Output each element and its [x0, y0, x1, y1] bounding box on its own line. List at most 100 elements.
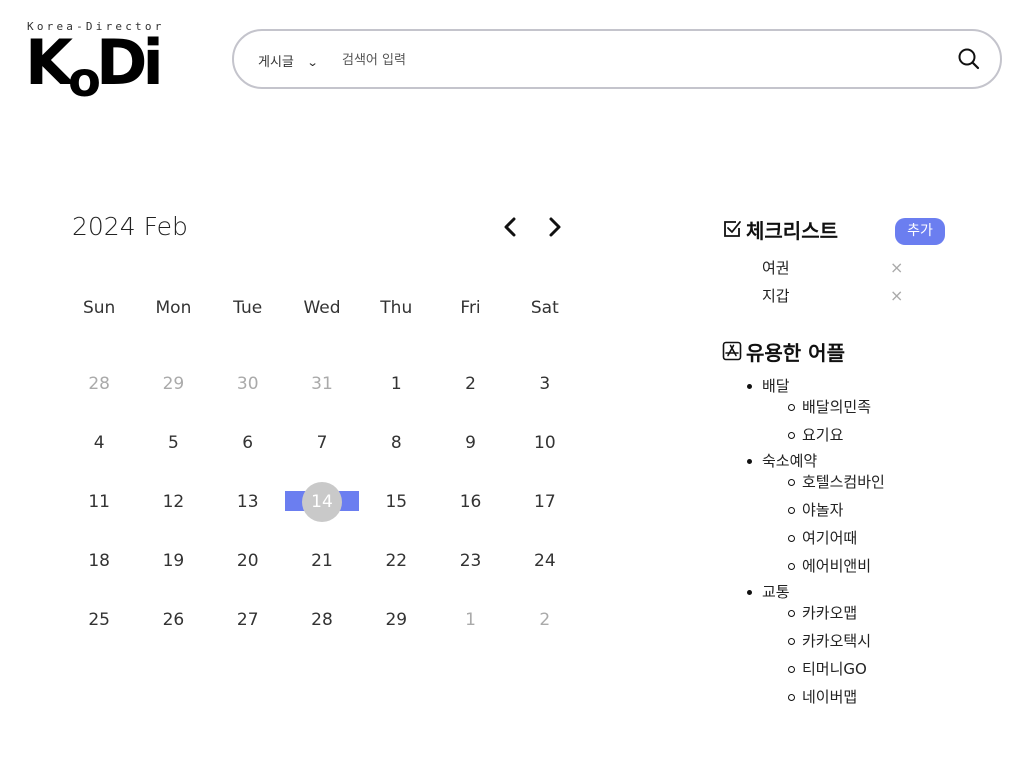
calendar-day-number: 29	[162, 373, 185, 394]
app-link[interactable]: 카카오맵	[788, 599, 962, 627]
chevron-left-icon[interactable]	[498, 214, 522, 240]
calendar-day[interactable]: 2	[508, 590, 582, 649]
checklist-add-button[interactable]: 추가	[895, 218, 945, 245]
app-link[interactable]: 여기어때	[788, 524, 962, 552]
calendar-day-number: 12	[162, 491, 185, 512]
weekday-label: Tue	[233, 298, 263, 318]
checklist-item: 여권 ×	[722, 254, 962, 282]
calendar-day-number: 2	[539, 609, 551, 630]
close-icon[interactable]: ×	[890, 282, 903, 310]
calendar-day[interactable]: 24	[508, 531, 582, 590]
search-icon[interactable]	[956, 46, 982, 72]
calendar-day[interactable]: 30	[211, 354, 285, 413]
calendar-day-number: 3	[539, 373, 551, 394]
logo-letter-k: K	[25, 26, 73, 99]
calendar-day[interactable]: 1	[433, 590, 507, 649]
calendar-day[interactable]: 6	[211, 413, 285, 472]
calendar-day[interactable]: 7	[285, 413, 359, 472]
calendar-day[interactable]: 8	[359, 413, 433, 472]
calendar-week-row: 25 26 27 28 29 1 2	[62, 590, 582, 649]
calendar-day[interactable]: 1	[359, 354, 433, 413]
app-category: 교통 카카오맵 카카오택시 티머니GO 네이버맵	[747, 582, 962, 711]
calendar-day[interactable]: 19	[136, 531, 210, 590]
app-link[interactable]: 네이버맵	[788, 683, 962, 711]
close-icon[interactable]: ×	[890, 254, 903, 282]
calendar-day-number: 29	[385, 609, 408, 630]
calendar-day[interactable]: 22	[359, 531, 433, 590]
calendar-day[interactable]: 28	[62, 354, 136, 413]
calendar-grid: 28 29 30 31 1 2 3 4 5 6 7 8 9 10 11 12 13 14 15 16 17 18 19 20 2…	[62, 354, 582, 649]
calendar-year: 2024	[72, 212, 136, 241]
calendar-week-row: 18 19 20 21 22 23 24	[62, 531, 582, 590]
search-input[interactable]	[342, 47, 922, 73]
calendar-day-number: 30	[236, 373, 259, 394]
checklist-items: 여권 × 지갑 ×	[722, 254, 962, 310]
calendar-day[interactable]: 29	[136, 354, 210, 413]
calendar-day-today[interactable]: 14	[284, 472, 360, 531]
calendar-day-number: 1	[390, 373, 402, 394]
calendar-day-number: 21	[311, 550, 333, 571]
calendar-day[interactable]: 27	[211, 590, 285, 649]
calendar-day[interactable]: 12	[136, 472, 210, 531]
logo[interactable]: Korea-Director KoDi	[25, 20, 175, 110]
calendar-day-number: 22	[385, 550, 408, 571]
app-category: 숙소예약 호텔스컴바인 야놀자 여기어때 에어비앤비	[747, 451, 962, 580]
calendar-day-number: 14	[311, 491, 333, 512]
calendar-day[interactable]: 29	[359, 590, 433, 649]
logo-letters-di: Di	[96, 26, 164, 99]
calendar-day[interactable]: 15	[359, 472, 433, 531]
calendar-month: Feb	[143, 212, 188, 241]
weekday-label: Fri	[460, 298, 481, 318]
calendar-day[interactable]: 4	[62, 413, 136, 472]
calendar-day[interactable]: 11	[62, 472, 136, 531]
calendar-day-number: 27	[236, 609, 259, 630]
calendar-day[interactable]: 16	[433, 472, 507, 531]
calendar-day-number: 10	[534, 432, 556, 453]
chevron-right-icon[interactable]	[543, 214, 567, 240]
calendar-week-row: 4 5 6 7 8 9 10	[62, 413, 582, 472]
chevron-down-icon: ⌄	[306, 56, 319, 69]
calendar-day[interactable]: 25	[62, 590, 136, 649]
calendar-day-number: 11	[88, 491, 110, 512]
checklist-title: 체크리스트	[746, 218, 838, 243]
app-category: 배달 배달의민족 요기요	[747, 376, 962, 449]
checklist-item-label: 지갑	[762, 287, 790, 305]
search-category-select[interactable]: 게시글 ⌄	[258, 51, 319, 70]
app-category-label: 교통	[762, 583, 790, 601]
useful-apps-section: 유용한 어플 배달 배달의민족 요기요 숙소예약 호텔스컴바인 야놀자 여기어때…	[722, 336, 962, 713]
calendar-day-number: 23	[459, 550, 482, 571]
checkbox-icon	[724, 221, 741, 237]
calendar-day[interactable]: 20	[211, 531, 285, 590]
app-link[interactable]: 배달의민족	[788, 393, 962, 421]
search-bar: 게시글 ⌄	[232, 29, 1002, 89]
calendar-day[interactable]: 9	[433, 413, 507, 472]
app-link[interactable]: 카카오택시	[788, 627, 962, 655]
calendar-day-number: 24	[534, 550, 556, 571]
calendar-day[interactable]: 28	[285, 590, 359, 649]
calendar-weekday-row: Sun Mon Tue Wed Thu Fri Sat	[62, 298, 582, 318]
calendar-day[interactable]: 26	[136, 590, 210, 649]
calendar-day-number: 28	[311, 609, 333, 630]
calendar-day[interactable]: 3	[508, 354, 582, 413]
calendar-day[interactable]: 21	[285, 531, 359, 590]
calendar-day[interactable]: 10	[508, 413, 582, 472]
app-link[interactable]: 요기요	[788, 421, 962, 449]
app-category-list: 배달 배달의민족 요기요 숙소예약 호텔스컴바인 야놀자 여기어때 에어비앤비 …	[722, 376, 962, 711]
app-link[interactable]: 에어비앤비	[788, 552, 962, 580]
calendar-day[interactable]: 31	[285, 354, 359, 413]
calendar-day-number: 31	[311, 373, 333, 394]
calendar-day[interactable]: 13	[211, 472, 285, 531]
app-link[interactable]: 야놀자	[788, 496, 962, 524]
weekday-label: Sun	[82, 298, 116, 318]
calendar-day[interactable]: 17	[508, 472, 582, 531]
app-link[interactable]: 호텔스컴바인	[788, 468, 962, 496]
calendar-day[interactable]: 23	[433, 531, 507, 590]
calendar-day[interactable]: 5	[136, 413, 210, 472]
side-panel: 체크리스트 추가 여권 × 지갑 × 유용한 어플 배달 배달의민족 요기요 숙…	[722, 214, 962, 706]
app-link[interactable]: 티머니GO	[788, 655, 962, 683]
calendar-day[interactable]: 18	[62, 531, 136, 590]
calendar-day-number: 7	[316, 432, 328, 453]
calendar-day[interactable]: 2	[433, 354, 507, 413]
weekday-label: Mon	[155, 298, 192, 318]
calendar-day-number: 20	[236, 550, 259, 571]
